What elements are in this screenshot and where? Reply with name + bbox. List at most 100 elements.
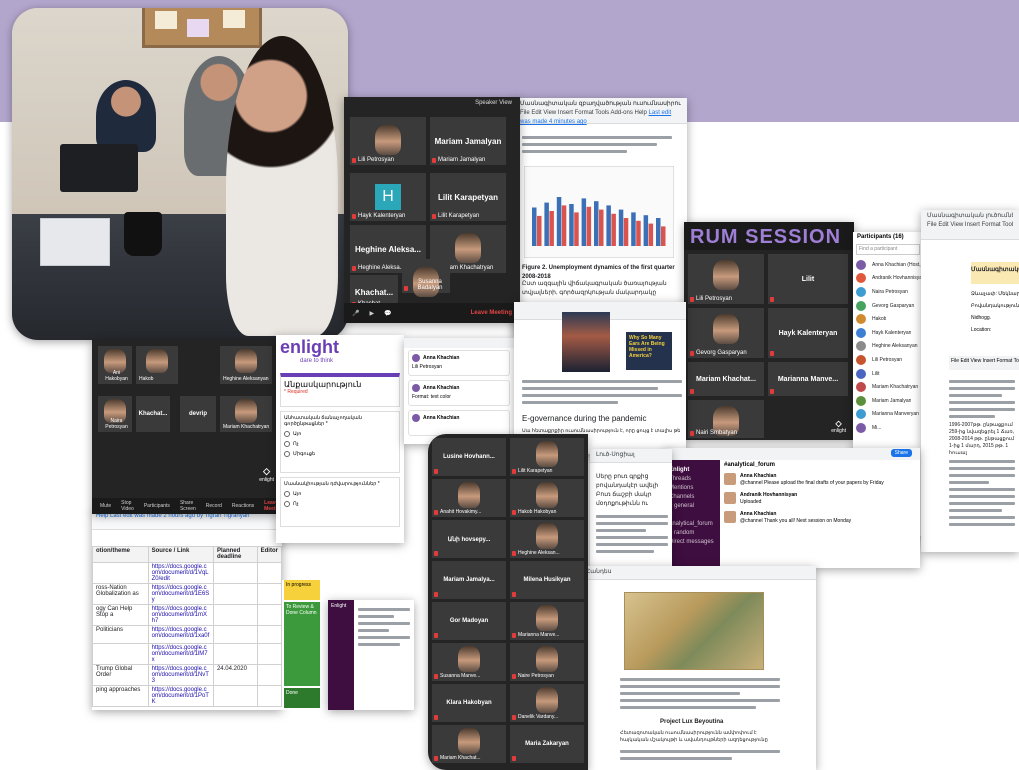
slack-channel-item[interactable]: # analytical_forum <box>669 511 715 529</box>
video-tile[interactable]: Khachat... <box>136 396 170 432</box>
cell-editor[interactable] <box>256 625 282 644</box>
video-tile[interactable]: Lilit Karapetyan <box>510 438 584 476</box>
video-tile[interactable]: Heghine Aleksan... <box>510 520 584 558</box>
video-tile[interactable]: Mariam Khachatryan <box>220 396 272 432</box>
cell-deadline[interactable] <box>212 643 258 665</box>
column-header[interactable]: otion/theme <box>92 546 149 563</box>
video-tile[interactable]: Anahit Hovakimy... <box>432 479 506 517</box>
video-tile[interactable]: Hayk Kalenteryan <box>768 308 848 358</box>
cell-topic[interactable] <box>92 562 149 584</box>
cell-editor[interactable] <box>256 583 282 605</box>
doc-menu[interactable]: File Edit View Insert Format Tools Add-o… <box>520 110 647 116</box>
cell-editor[interactable] <box>256 562 282 584</box>
cell-link[interactable]: https://docs.google.com/document/d/1VqLZ… <box>147 562 214 584</box>
slack-channel-item[interactable]: Direct messages <box>669 538 715 547</box>
cell-link[interactable]: https://docs.google.com/document/d/1xa0f <box>147 625 214 644</box>
comment-card[interactable]: Anna Khachian Format: text color <box>408 380 510 406</box>
participant-row[interactable]: Naira Petrosyan <box>856 285 922 299</box>
video-tile[interactable]: Naire Petrosyan <box>510 643 584 681</box>
participant-row[interactable]: Lili Petrosyan <box>856 353 922 367</box>
video-icon[interactable]: ▶ <box>369 310 374 317</box>
document-link[interactable]: https://docs.google.com/document/d/1NvT3 <box>152 666 209 684</box>
video-tile[interactable]: Lusine Hovhann... <box>432 438 506 476</box>
video-tile[interactable]: Marianna Manve... <box>510 602 584 640</box>
document-link[interactable]: https://docs.google.com/document/d/1E6Sy <box>152 585 210 603</box>
video-tile[interactable]: Danelik Vardany... <box>510 684 584 722</box>
radio-option[interactable]: Միգուցե <box>284 451 396 457</box>
document-link[interactable]: https://docs.google.com/document/d/1PoTK <box>152 687 209 705</box>
video-tile[interactable]: devrip <box>180 396 216 432</box>
cell-deadline[interactable] <box>212 685 258 707</box>
document-link[interactable]: https://docs.google.com/document/d/1lM7x <box>152 645 208 663</box>
cell-topic[interactable]: ping approaches <box>92 685 149 707</box>
video-tile[interactable]: Mariam Jamalya... <box>432 561 506 599</box>
participant-row[interactable]: Gevorg Gasparyan <box>856 299 922 313</box>
column-header[interactable]: Planned deadline <box>212 546 258 563</box>
participant-row[interactable]: Mariam Jamalyan <box>856 394 922 408</box>
participant-row[interactable]: Heghine Aleksanyan <box>856 340 922 354</box>
slack-channel-item[interactable]: Channels <box>669 493 715 502</box>
video-tile[interactable]: Klara Hakobyan <box>432 684 506 722</box>
video-tile[interactable]: Milena Husikyan <box>510 561 584 599</box>
radio-button[interactable] <box>284 491 290 497</box>
cell-topic[interactable] <box>92 643 149 665</box>
document-link[interactable]: https://docs.google.com/document/d/1xa0f <box>152 627 210 639</box>
participant-row[interactable]: Mi... <box>856 421 922 435</box>
toolbar-button[interactable]: Participants <box>144 503 170 509</box>
participant-row[interactable]: Andranik Hovhannisyan <box>856 272 922 286</box>
column-header[interactable]: Editor <box>256 546 282 563</box>
comment-card[interactable]: Anna Khachian Lili Petrosyan <box>408 350 510 376</box>
radio-option[interactable]: Ոչ <box>284 441 396 447</box>
video-tile[interactable]: Maria Zakaryan <box>510 725 584 763</box>
cell-editor[interactable] <box>256 643 282 665</box>
radio-button[interactable] <box>284 451 290 457</box>
cell-editor[interactable] <box>256 685 282 707</box>
cell-link[interactable]: https://docs.google.com/document/d/1lM7x <box>147 643 214 665</box>
cell-deadline[interactable] <box>212 625 258 644</box>
radio-button[interactable] <box>284 501 290 507</box>
radio-button[interactable] <box>284 441 290 447</box>
participant-row[interactable]: Hakob <box>856 312 922 326</box>
toolbar-button[interactable]: Share Screen <box>180 500 196 512</box>
mic-icon[interactable]: 🎤 <box>352 310 359 317</box>
radio-button[interactable] <box>284 431 290 437</box>
slack-channel-item[interactable]: # general <box>669 502 715 511</box>
video-tile[interactable]: Susanna Badalyan <box>402 259 450 297</box>
video-tile[interactable]: Hakob <box>136 346 178 384</box>
video-tile[interactable]: Ani Hakobyan <box>98 346 132 384</box>
video-tile[interactable]: Marianna Manve... <box>768 362 848 396</box>
video-tile[interactable]: Mariam Khachat... <box>432 725 506 763</box>
participant-row[interactable]: Anna Khachian (Host, me) <box>856 258 922 272</box>
toolbar-button[interactable]: Reactions <box>232 503 254 509</box>
radio-option[interactable]: Ոչ <box>284 501 396 507</box>
doc-menu2[interactable]: File Edit View Insert Format Tools Add-o… <box>949 356 1019 370</box>
cell-topic[interactable]: ogy Can Help Stop a <box>92 604 149 626</box>
video-tile[interactable]: H Hayk Kalenteryan <box>350 173 426 221</box>
toolbar-button[interactable]: Record <box>206 503 222 509</box>
video-tile[interactable]: Lilit Karapetyan Lilit Karapetyan <box>430 173 506 221</box>
video-tile[interactable]: Hakob Hakobyan <box>510 479 584 517</box>
video-tile[interactable]: Nairi Smbatyan <box>688 400 764 438</box>
speaker-view-button[interactable]: Speaker View <box>475 100 512 106</box>
video-tile[interactable]: Lilit <box>768 254 848 304</box>
video-tile[interactable]: Անի hovsepy... <box>432 520 506 558</box>
video-tile[interactable]: Lili Petrosyan <box>350 117 426 165</box>
video-tile[interactable]: Gor Madoyan <box>432 602 506 640</box>
slack-channel-item[interactable]: Mentions <box>669 484 715 493</box>
radio-option[interactable]: Այո <box>284 491 396 497</box>
cell-deadline[interactable] <box>212 562 258 584</box>
cell-link[interactable]: https://docs.google.com/document/d/1NvT3 <box>147 664 214 686</box>
cell-topic[interactable]: Trump Global Order <box>92 664 149 686</box>
cell-deadline[interactable] <box>212 604 258 626</box>
cell-link[interactable]: https://docs.google.com/document/d/1PoTK <box>147 685 214 707</box>
comment-card[interactable]: Anna Khachian <box>408 410 510 436</box>
slack-channel-item[interactable]: Threads <box>669 475 715 484</box>
cell-link[interactable]: https://docs.google.com/document/d/1mXh7 <box>147 604 214 626</box>
participant-row[interactable]: Lilit <box>856 367 922 381</box>
radio-option[interactable]: Այո <box>284 431 396 437</box>
participant-row[interactable]: Mariam Khachatryan <box>856 380 922 394</box>
share-button[interactable]: Share <box>890 449 912 457</box>
leave-meeting-button[interactable]: Leave Meeting <box>471 310 512 316</box>
cell-editor[interactable] <box>256 664 282 686</box>
video-tile[interactable]: Mariam Khachat... <box>688 362 764 396</box>
